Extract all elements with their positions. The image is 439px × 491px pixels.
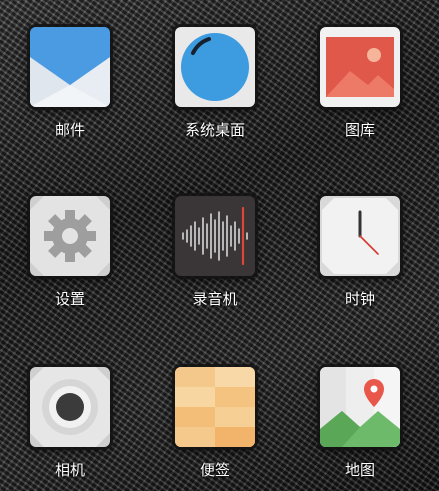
app-label: 系统桌面 <box>184 121 245 139</box>
map-pin-icon <box>320 367 400 447</box>
voice-recorder-waveform-icon <box>175 196 255 276</box>
home-screen-app-grid: 邮件 系统桌面 图库 设置 录音机 时钟 相机 便签 地图 <box>0 0 439 491</box>
system-desktop-icon <box>175 27 255 107</box>
app-voice-recorder[interactable]: 录音机 <box>165 196 265 316</box>
app-system-desktop[interactable]: 系统桌面 <box>165 27 265 147</box>
app-label: 图库 <box>344 121 375 139</box>
clock-icon <box>320 196 400 276</box>
app-label: 设置 <box>54 290 85 308</box>
mail-icon <box>30 27 110 107</box>
app-settings[interactable]: 设置 <box>20 196 120 316</box>
app-camera[interactable]: 相机 <box>20 367 120 487</box>
app-gallery[interactable]: 图库 <box>310 27 410 147</box>
settings-gear-icon <box>30 196 110 276</box>
camera-icon <box>30 367 110 447</box>
app-label: 录音机 <box>192 290 238 308</box>
app-label: 相机 <box>54 461 85 479</box>
app-clock[interactable]: 时钟 <box>310 196 410 316</box>
app-notes[interactable]: 便签 <box>165 367 265 487</box>
app-mail[interactable]: 邮件 <box>20 27 120 147</box>
app-label: 邮件 <box>54 121 85 139</box>
notes-icon <box>175 367 255 447</box>
app-label: 时钟 <box>344 290 375 308</box>
app-label: 便签 <box>199 461 230 479</box>
gallery-icon <box>320 27 400 107</box>
app-map[interactable]: 地图 <box>310 367 410 487</box>
app-label: 地图 <box>344 461 375 479</box>
